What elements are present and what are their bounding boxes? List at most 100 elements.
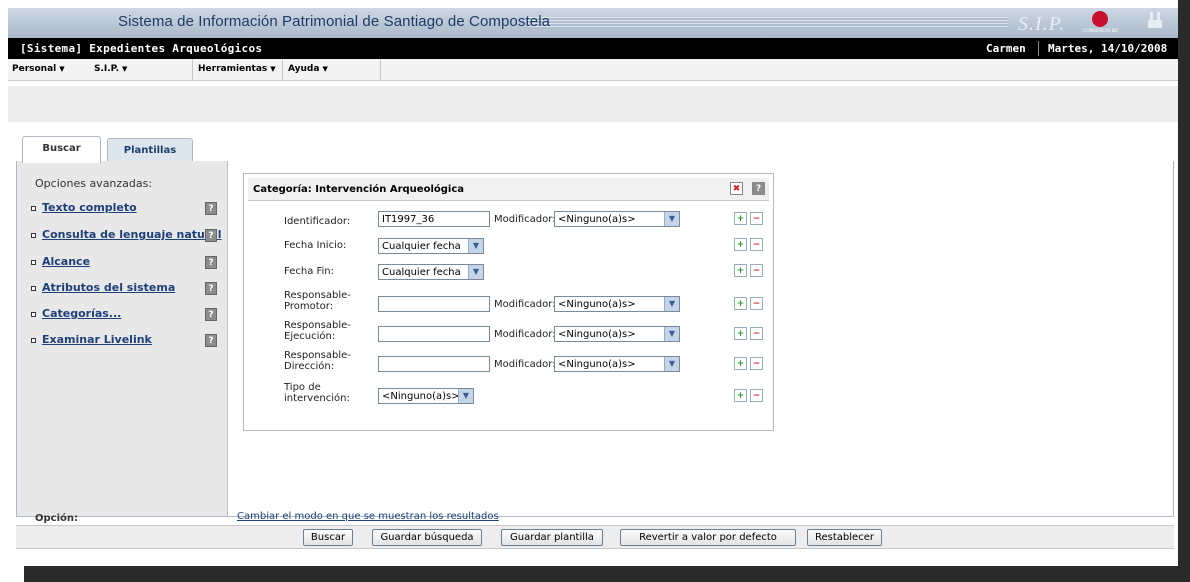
guardar-plantilla-button[interactable]: Guardar plantilla bbox=[501, 529, 603, 546]
button-bar: Buscar Guardar búsqueda Guardar plantill… bbox=[16, 525, 1174, 549]
screenshot-frame: Sistema de Información Patrimonial de Sa… bbox=[0, 0, 1190, 582]
select-value: <Ninguno(a)s> bbox=[558, 359, 636, 370]
sidebar-link[interactable]: Consulta de lenguaje natural bbox=[42, 228, 222, 241]
remove-icon[interactable]: − bbox=[750, 238, 763, 251]
remove-icon[interactable]: − bbox=[750, 357, 763, 370]
sidebar-link[interactable]: Categorías... bbox=[42, 307, 121, 320]
chevron-down-icon: ▼ bbox=[458, 389, 473, 403]
fecha-inicio-label: Fecha Inicio: bbox=[284, 240, 347, 251]
tab-plantillas[interactable]: Plantillas bbox=[107, 138, 193, 163]
change-results-mode-link[interactable]: Cambiar el modo en que se muestran los r… bbox=[237, 511, 499, 522]
tipo-select[interactable]: <Ninguno(a)s> ▼ bbox=[378, 388, 474, 404]
menu-ayuda[interactable]: Ayuda ▼ bbox=[288, 64, 328, 74]
label-line: intervención: bbox=[284, 393, 350, 404]
fecha-inicio-select[interactable]: Cualquier fecha ▼ bbox=[378, 238, 484, 254]
sidebar-link[interactable]: Atributos del sistema bbox=[42, 281, 175, 294]
add-icon[interactable]: + bbox=[734, 327, 747, 340]
modifier-label: Modificador: bbox=[494, 299, 556, 310]
promotor-label: Responsable- Promotor: bbox=[284, 290, 351, 312]
remove-icon[interactable]: − bbox=[750, 389, 763, 402]
select-value: Cualquier fecha bbox=[382, 241, 461, 252]
category-header: Categoría: Intervención Arqueológica ✖ ? bbox=[248, 178, 769, 201]
help-icon[interactable]: ? bbox=[752, 182, 765, 195]
window-shadow-bottom bbox=[24, 566, 1190, 582]
identificador-modifier-select[interactable]: <Ninguno(a)s> ▼ bbox=[554, 211, 680, 227]
add-icon[interactable]: + bbox=[734, 238, 747, 251]
restablecer-button[interactable]: Restablecer bbox=[807, 529, 882, 546]
chevron-down-icon: ▼ bbox=[664, 357, 679, 371]
banner-stripes bbox=[528, 17, 1008, 29]
direccion-modifier-select[interactable]: <Ninguno(a)s> ▼ bbox=[554, 356, 680, 372]
sidebar-item-alcance[interactable]: Alcance bbox=[31, 255, 90, 268]
menu-herramientas[interactable]: Herramientas ▼ bbox=[198, 64, 276, 74]
fecha-fin-select[interactable]: Cualquier fecha ▼ bbox=[378, 264, 484, 280]
identificador-input[interactable]: IT1997_36 bbox=[378, 211, 490, 227]
search-panel: Opciones avanzadas: Texto completo ? Con… bbox=[16, 161, 1174, 524]
menu-separator bbox=[192, 59, 193, 81]
bullet-icon bbox=[31, 232, 36, 238]
add-icon[interactable]: + bbox=[734, 389, 747, 402]
title-bar: [Sistema] Expedientes Arqueológicos Carm… bbox=[8, 38, 1178, 59]
sidebar-title: Opciones avanzadas: bbox=[35, 177, 153, 190]
label-line: Responsable- bbox=[284, 320, 351, 331]
promotor-modifier-select[interactable]: <Ninguno(a)s> ▼ bbox=[554, 296, 680, 312]
add-icon[interactable]: + bbox=[734, 357, 747, 370]
add-icon[interactable]: + bbox=[734, 264, 747, 277]
menu-sip[interactable]: S.I.P. ▼ bbox=[94, 64, 127, 74]
sidebar-link[interactable]: Alcance bbox=[42, 255, 90, 268]
sidebar-item-categorias[interactable]: Categorías... bbox=[31, 307, 121, 320]
help-icon[interactable]: ? bbox=[205, 229, 217, 242]
sidebar-item-texto-completo[interactable]: Texto completo bbox=[31, 201, 137, 214]
close-icon[interactable]: ✖ bbox=[730, 182, 743, 195]
modifier-label: Modificador: bbox=[494, 214, 556, 225]
help-icon[interactable]: ? bbox=[205, 256, 217, 269]
select-value: <Ninguno(a)s> bbox=[558, 299, 636, 310]
remove-icon[interactable]: − bbox=[750, 212, 763, 225]
menu-personal[interactable]: Personal ▼ bbox=[12, 64, 65, 74]
sidebar-link[interactable]: Examinar Livelink bbox=[42, 333, 152, 346]
add-icon[interactable]: + bbox=[734, 212, 747, 225]
chevron-down-icon: ▼ bbox=[59, 65, 65, 73]
label-line: Tipo de bbox=[284, 382, 321, 393]
title-separator bbox=[1038, 41, 1039, 56]
chevron-down-icon: ▼ bbox=[270, 65, 276, 73]
sidebar-link[interactable]: Texto completo bbox=[42, 201, 137, 214]
revertir-button[interactable]: Revertir a valor por defecto bbox=[620, 529, 796, 546]
ejecucion-input[interactable] bbox=[378, 326, 490, 342]
sidebar-item-consulta[interactable]: Consulta de lenguaje natural bbox=[31, 228, 222, 241]
chevron-down-icon: ▼ bbox=[122, 65, 128, 73]
buscar-button[interactable]: Buscar bbox=[303, 529, 353, 546]
promotor-input[interactable] bbox=[378, 296, 490, 312]
help-icon[interactable]: ? bbox=[205, 202, 217, 215]
remove-icon[interactable]: − bbox=[750, 264, 763, 277]
direccion-input[interactable] bbox=[378, 356, 490, 372]
tab-buscar[interactable]: Buscar bbox=[22, 136, 101, 163]
app-window: Sistema de Información Patrimonial de Sa… bbox=[8, 8, 1178, 566]
menu-separator bbox=[282, 59, 283, 81]
bullet-icon bbox=[31, 311, 36, 317]
help-icon[interactable]: ? bbox=[205, 308, 217, 321]
concello-logo bbox=[1148, 12, 1162, 28]
guardar-busqueda-button[interactable]: Guardar búsqueda bbox=[372, 529, 482, 546]
chevron-down-icon: ▼ bbox=[468, 265, 483, 279]
remove-icon[interactable]: − bbox=[750, 297, 763, 310]
label-line: Dirección: bbox=[284, 361, 335, 372]
menu-label: Personal bbox=[12, 64, 57, 74]
ejecucion-modifier-select[interactable]: <Ninguno(a)s> ▼ bbox=[554, 326, 680, 342]
help-icon[interactable]: ? bbox=[205, 334, 217, 347]
sidebar-item-atributos[interactable]: Atributos del sistema bbox=[31, 281, 175, 294]
advanced-options-sidebar: Opciones avanzadas: Texto completo ? Con… bbox=[17, 161, 228, 516]
remove-icon[interactable]: − bbox=[750, 327, 763, 340]
sidebar-item-livelink[interactable]: Examinar Livelink bbox=[31, 333, 152, 346]
chevron-down-icon: ▼ bbox=[322, 65, 328, 73]
opcion-label: Opción: bbox=[35, 513, 79, 524]
menu-label: Ayuda bbox=[288, 64, 320, 74]
window-shadow-right bbox=[1178, 0, 1190, 582]
select-value: <Ninguno(a)s> bbox=[558, 214, 636, 225]
tipo-label: Tipo de intervención: bbox=[284, 382, 350, 404]
label-line: Responsable- bbox=[284, 350, 351, 361]
add-icon[interactable]: + bbox=[734, 297, 747, 310]
chevron-down-icon: ▼ bbox=[468, 239, 483, 253]
help-icon[interactable]: ? bbox=[205, 282, 217, 295]
system-title: [Sistema] Expedientes Arqueológicos bbox=[20, 42, 263, 55]
